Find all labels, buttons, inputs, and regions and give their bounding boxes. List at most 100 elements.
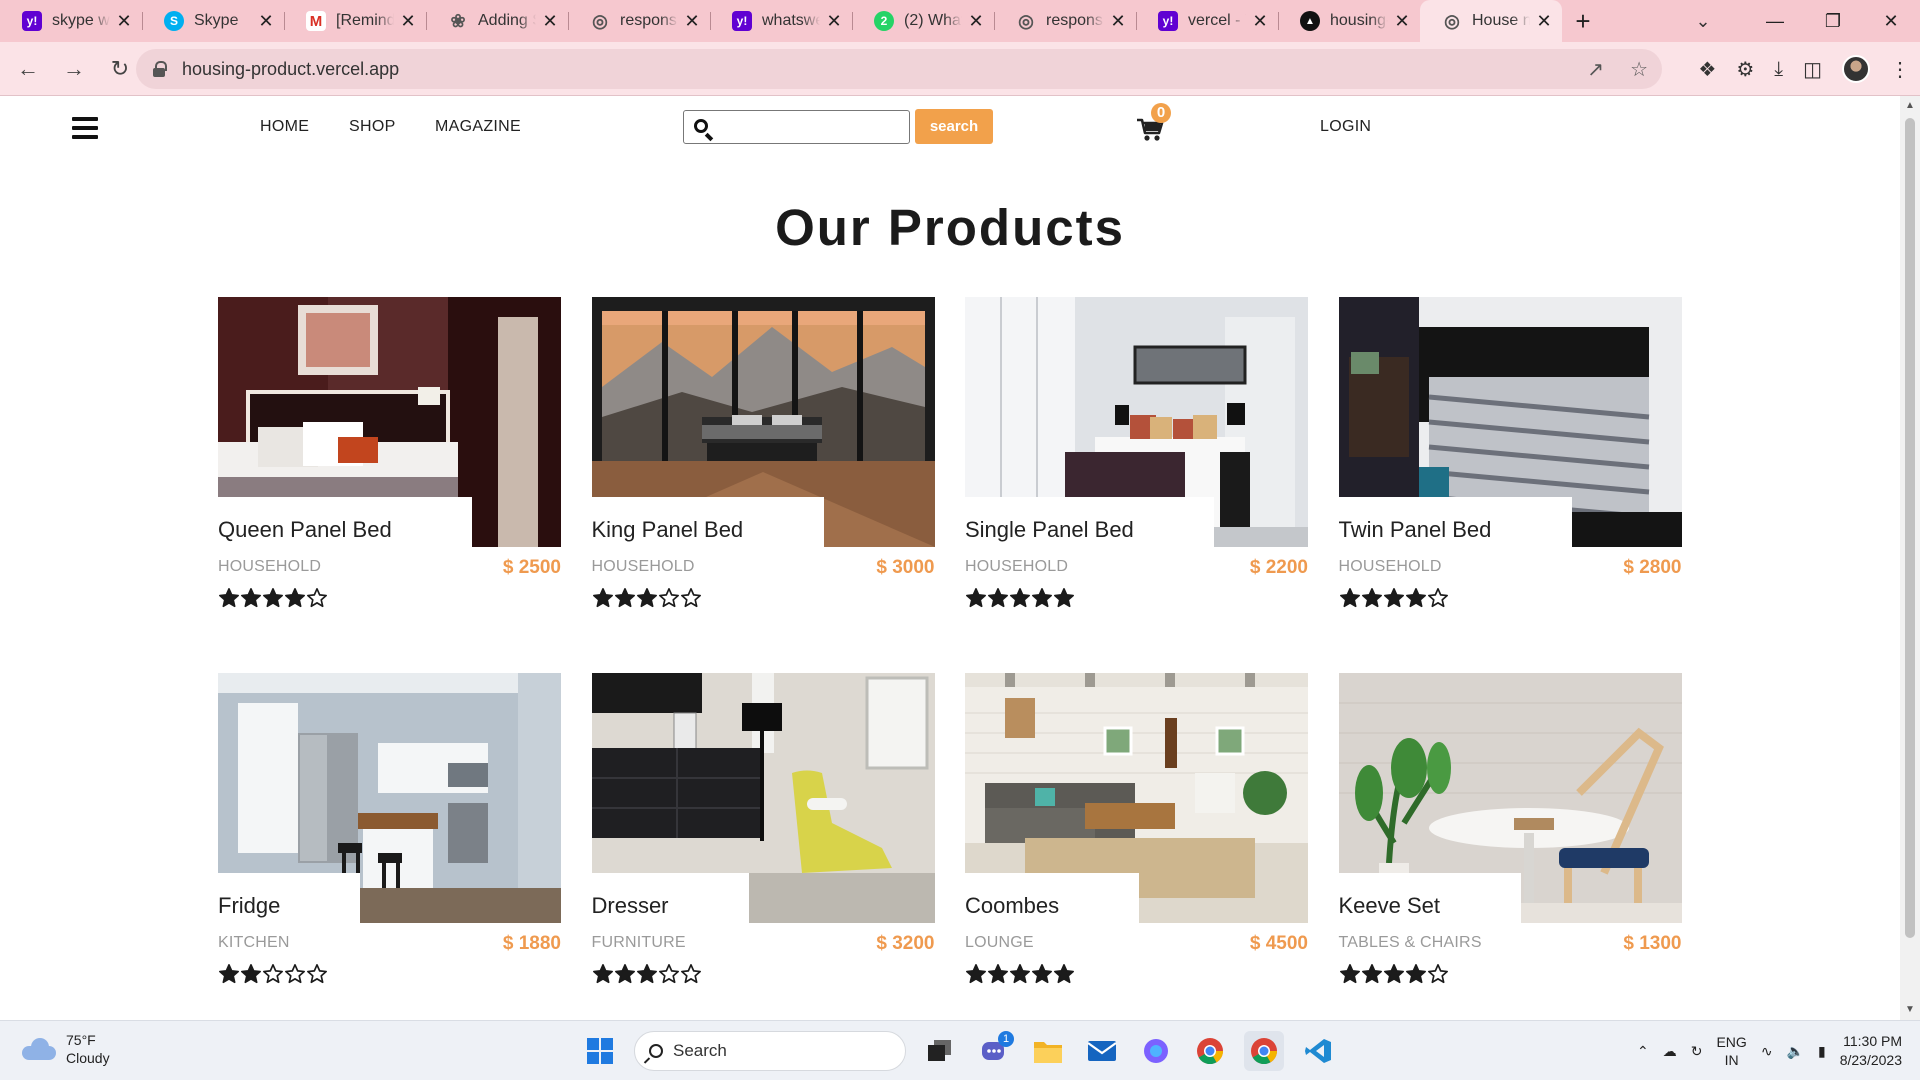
browser-tab[interactable]: S Skype ✕ <box>142 0 284 42</box>
tab-search-chevron-icon[interactable]: ⌄ <box>1682 0 1724 42</box>
tab-close-icon[interactable]: ✕ <box>542 11 558 32</box>
back-arrow-icon[interactable]: ← <box>8 49 48 89</box>
language-indicator[interactable]: ENG IN <box>1716 1033 1746 1069</box>
product-card[interactable]: Queen Panel Bed HOUSEHOLD $ 2500 <box>218 297 561 617</box>
mail-icon[interactable] <box>1082 1031 1122 1071</box>
side-panel-icon[interactable]: ◫ <box>1803 57 1822 82</box>
restore-icon[interactable]: ❐ <box>1804 0 1862 42</box>
url-text[interactable]: housing-product.vercel.app <box>182 59 399 80</box>
browser-tab[interactable]: 2 (2) What ✕ <box>852 0 994 42</box>
new-tab-button[interactable]: + <box>1562 0 1604 42</box>
nav-magazine-link[interactable]: MAGAZINE <box>435 118 521 136</box>
chrome-icon[interactable] <box>1190 1031 1230 1071</box>
product-grid: Queen Panel Bed HOUSEHOLD $ 2500 King Pane… <box>218 297 1684 993</box>
chrome-profile-icon[interactable] <box>1244 1031 1284 1071</box>
weather-widget[interactable]: 75°F Cloudy <box>22 1031 110 1067</box>
search-box <box>683 110 910 144</box>
task-view-icon[interactable] <box>920 1031 960 1071</box>
vscode-icon[interactable] <box>1298 1031 1338 1071</box>
login-link[interactable]: LOGIN <box>1320 118 1371 136</box>
extension-icon[interactable]: ⚙ <box>1736 57 1754 82</box>
teams-chat-icon[interactable]: 1 <box>974 1031 1014 1071</box>
windows-start-icon[interactable] <box>580 1031 620 1071</box>
forward-arrow-icon[interactable]: → <box>54 49 94 89</box>
product-card[interactable]: Fridge KITCHEN $ 1880 <box>218 673 561 993</box>
profile-avatar[interactable] <box>1842 55 1870 83</box>
browser-tab[interactable]: ❀ Adding S ✕ <box>426 0 568 42</box>
battery-icon[interactable]: ▮ <box>1818 1043 1826 1060</box>
page-scrollbar[interactable]: ▲ ▼ <box>1900 96 1920 1020</box>
network-error-icon[interactable]: ☁ <box>1663 1043 1677 1060</box>
tab-close-icon[interactable]: ✕ <box>116 11 132 32</box>
star-empty-icon <box>658 588 679 608</box>
hamburger-menu-icon[interactable] <box>72 117 98 139</box>
star-filled-icon <box>1010 588 1030 608</box>
wifi-icon[interactable]: ∿ <box>1761 1043 1773 1060</box>
browser-tab[interactable]: y! skype web ✕ <box>0 0 142 42</box>
tab-close-icon[interactable]: ✕ <box>826 11 842 32</box>
copilot-icon[interactable] <box>1136 1031 1176 1071</box>
tab-close-icon[interactable]: ✕ <box>1252 11 1268 32</box>
nav-shop-link[interactable]: SHOP <box>349 118 396 136</box>
product-card[interactable]: Coombes LOUNGE $ 4500 <box>965 673 1308 993</box>
scrollbar-thumb[interactable] <box>1905 118 1915 938</box>
search-input[interactable] <box>720 115 906 139</box>
product-name[interactable]: Coombes <box>965 893 1059 919</box>
sync-icon[interactable]: ↻ <box>1691 1043 1703 1060</box>
bookmark-star-icon[interactable]: ☆ <box>1630 57 1648 82</box>
reload-icon[interactable]: ↻ <box>100 49 140 89</box>
product-name[interactable]: Fridge <box>218 893 280 919</box>
search-icon <box>649 1044 663 1058</box>
close-window-icon[interactable]: ✕ <box>1862 0 1920 42</box>
star-filled-icon <box>1383 588 1404 608</box>
tab-close-icon[interactable]: ✕ <box>968 11 984 32</box>
browser-tab-active[interactable]: ◎ House ne ✕ <box>1420 0 1562 42</box>
download-icon[interactable]: ⤓ <box>1774 58 1783 81</box>
extensions-puzzle-icon[interactable]: ❖ <box>1698 57 1716 82</box>
lock-icon[interactable] <box>152 61 168 77</box>
nav-home-link[interactable]: HOME <box>260 118 309 136</box>
tab-title: (2) What <box>904 12 962 29</box>
scroll-down-arrow-icon[interactable]: ▼ <box>1900 1002 1920 1018</box>
browser-tab[interactable]: y! whatsweb ✕ <box>710 0 852 42</box>
tab-close-icon[interactable]: ✕ <box>1536 11 1552 32</box>
taskbar-search[interactable]: Search <box>634 1031 906 1071</box>
volume-icon[interactable]: 🔈 <box>1787 1043 1804 1060</box>
browser-tab[interactable]: ◎ responsive ✕ <box>568 0 710 42</box>
product-name[interactable]: Queen Panel Bed <box>218 517 392 543</box>
browser-tab[interactable]: ◎ responsive ✕ <box>994 0 1136 42</box>
clock[interactable]: 11:30 PM 8/23/2023 <box>1840 1032 1902 1070</box>
product-card[interactable]: King Panel Bed HOUSEHOLD $ 3000 <box>591 297 935 617</box>
product-name[interactable]: Twin Panel Bed <box>1339 517 1492 543</box>
tab-close-icon[interactable]: ✕ <box>684 11 700 32</box>
product-card[interactable]: Single Panel Bed HOUSEHOLD $ 2200 <box>965 297 1308 617</box>
star-filled-icon <box>614 964 635 984</box>
file-explorer-icon[interactable] <box>1028 1031 1068 1071</box>
tab-close-icon[interactable]: ✕ <box>400 11 416 32</box>
address-bar[interactable]: housing-product.vercel.app ↗ ☆ <box>136 49 1662 89</box>
product-price: $ 2200 <box>1249 557 1308 578</box>
product-name[interactable]: Dresser <box>592 893 669 919</box>
chatgpt-icon: ❀ <box>450 10 466 31</box>
product-rating <box>965 587 1075 611</box>
browser-tab[interactable]: y! vercel - Y ✕ <box>1136 0 1278 42</box>
tab-close-icon[interactable]: ✕ <box>1110 11 1126 32</box>
browser-tab[interactable]: ▲ housing-p ✕ <box>1278 0 1420 42</box>
share-icon[interactable]: ↗ <box>1587 57 1604 82</box>
minimize-icon[interactable]: — <box>1746 0 1804 42</box>
product-card[interactable]: Dresser FURNITURE $ 3200 <box>591 673 935 993</box>
browser-tab[interactable]: M [Reminder] ✕ <box>284 0 426 42</box>
show-hidden-icons-chevron-icon[interactable]: ⌃ <box>1637 1043 1649 1060</box>
product-name[interactable]: Keeve Set <box>1339 893 1441 919</box>
scroll-up-arrow-icon[interactable]: ▲ <box>1900 98 1920 114</box>
vercel-icon: ▲ <box>1300 11 1320 31</box>
product-price: $ 2800 <box>1623 557 1682 578</box>
product-name[interactable]: Single Panel Bed <box>965 517 1134 543</box>
product-card[interactable]: Twin Panel Bed HOUSEHOLD $ 2800 <box>1338 297 1682 617</box>
menu-kebab-icon[interactable]: ⋮ <box>1890 57 1910 82</box>
tab-close-icon[interactable]: ✕ <box>258 11 274 32</box>
search-button[interactable]: search <box>915 109 993 144</box>
tab-close-icon[interactable]: ✕ <box>1394 11 1410 32</box>
product-card[interactable]: Keeve Set TABLES & CHAIRS $ 1300 <box>1338 673 1682 993</box>
product-name[interactable]: King Panel Bed <box>592 517 744 543</box>
